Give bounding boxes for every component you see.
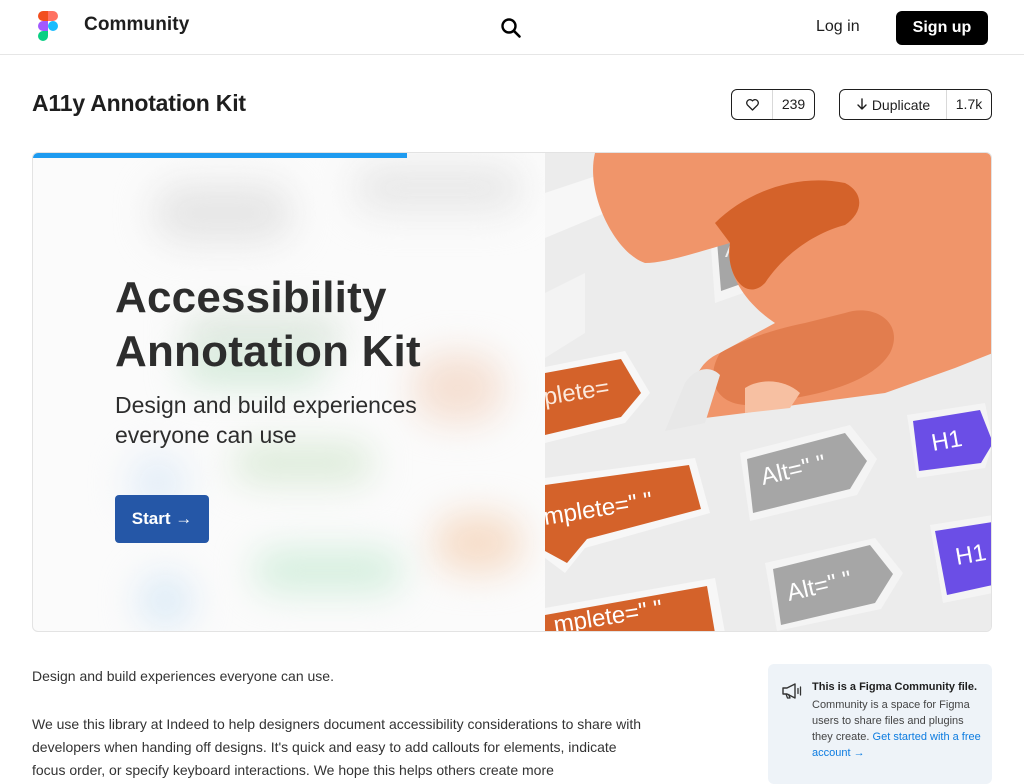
sticker-illustration: Al plete= Alt=" " H1 mplete=" " Alt=" " — [545, 153, 991, 631]
top-bar: Community Log in Sign up — [0, 0, 1024, 55]
figma-logo-icon[interactable] — [38, 11, 58, 41]
info-card-title: This is a Figma Community file. — [812, 681, 978, 693]
duplicate-button[interactable]: Duplicate — [840, 90, 947, 119]
like-count: 239 — [781, 96, 806, 112]
info-card-body: Community is a space for Figma users to … — [812, 697, 984, 761]
hero-title-line1: Accessibility — [115, 273, 387, 322]
search-icon[interactable] — [500, 17, 522, 39]
hero-title-line2: Annotation Kit — [115, 327, 421, 376]
megaphone-icon — [782, 683, 802, 699]
duplicate-count: 1.7k — [955, 96, 983, 112]
hero-slide-left: Accessibility Annotation Kit Design and … — [33, 153, 545, 631]
community-brand-link[interactable]: Community — [84, 14, 189, 36]
like-button[interactable] — [732, 90, 773, 119]
description-body: We use this library at Indeed to help de… — [32, 716, 642, 778]
arrow-down-icon — [857, 98, 867, 110]
hero-title: Accessibility Annotation Kit — [115, 271, 421, 379]
hero-carousel[interactable]: Accessibility Annotation Kit Design and … — [32, 152, 992, 632]
description-summary: Design and build experiences everyone ca… — [32, 668, 334, 684]
signup-button[interactable]: Sign up — [896, 11, 988, 45]
duplicate-control: Duplicate 1.7k — [839, 89, 992, 120]
sticker-h1-text-2: H1 — [953, 539, 988, 571]
duplicate-label: Duplicate — [871, 96, 931, 113]
hero-subtitle-line1: Design and build experiences — [115, 392, 417, 418]
carousel-progress-bar — [33, 153, 407, 158]
hero-subtitle: Design and build experiences everyone ca… — [115, 390, 417, 450]
community-info-card: This is a Figma Community file. Communit… — [768, 664, 992, 784]
like-control: 239 — [731, 89, 815, 120]
login-link[interactable]: Log in — [816, 18, 860, 36]
hero-illustration: Al plete= Alt=" " H1 mplete=" " Alt=" " — [545, 153, 991, 631]
sticker-h1-text-1: H1 — [929, 425, 964, 457]
hero-subtitle-line2: everyone can use — [115, 422, 297, 448]
heart-icon — [745, 98, 759, 111]
file-title: A11y Annotation Kit — [32, 90, 246, 116]
hero-start-button[interactable]: Start → — [115, 495, 209, 543]
